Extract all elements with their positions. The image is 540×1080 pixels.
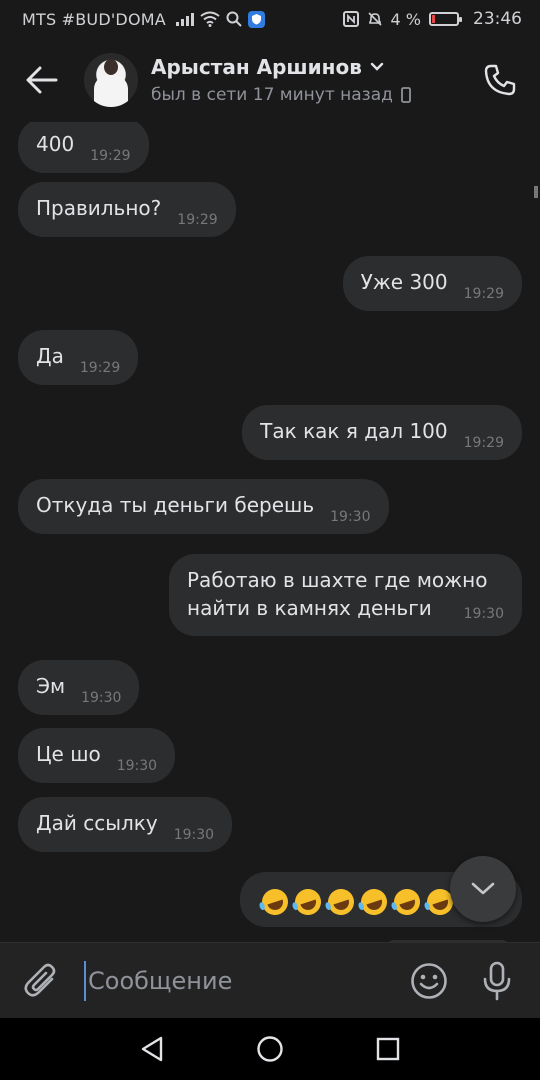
message-text: Дай ссылку bbox=[36, 811, 158, 835]
message-bubble[interactable]: Да 19:29 bbox=[18, 330, 139, 385]
message-bubble[interactable]: Эм 19:30 bbox=[18, 660, 140, 715]
rofl-emoji-icon bbox=[390, 885, 424, 918]
message-time: 19:29 bbox=[79, 360, 121, 376]
message-text: Уже 300 bbox=[360, 270, 448, 294]
system-nav-bar bbox=[0, 1018, 540, 1080]
message-text: Да bbox=[36, 344, 64, 368]
home-circle-icon bbox=[257, 1036, 283, 1062]
emoji-button[interactable] bbox=[394, 943, 464, 1019]
message-text: Так как я дал 100 bbox=[260, 419, 448, 443]
back-button[interactable] bbox=[0, 38, 84, 122]
voice-message-button[interactable] bbox=[464, 943, 530, 1019]
back-triangle-icon bbox=[141, 1036, 163, 1062]
message-composer bbox=[0, 942, 540, 1018]
call-button[interactable] bbox=[478, 58, 522, 102]
nav-back-button[interactable] bbox=[134, 1031, 170, 1067]
presence-status: был в сети 17 минут назад bbox=[151, 85, 393, 105]
nav-home-button[interactable] bbox=[252, 1031, 288, 1067]
signal-icon bbox=[175, 12, 194, 26]
contact-name: Арыстан Аршинов bbox=[151, 55, 362, 79]
chat-header: Арыстан Аршинов был в сети 17 минут наза… bbox=[0, 38, 540, 122]
message-time: 19:30 bbox=[463, 606, 504, 622]
message-time: 19:29 bbox=[90, 148, 131, 164]
message-bubble[interactable]: Откуда ты деньги берешь 19:30 bbox=[18, 479, 389, 534]
rofl-emoji-icon bbox=[357, 885, 391, 918]
nfc-icon bbox=[342, 11, 359, 27]
clock: 23:46 bbox=[473, 9, 522, 29]
message-time: 19:30 bbox=[81, 690, 122, 706]
microphone-icon bbox=[483, 961, 511, 1000]
wifi-icon bbox=[200, 11, 220, 27]
back-arrow-icon bbox=[26, 66, 58, 94]
message-text: Эм bbox=[36, 674, 66, 698]
chevron-down-icon bbox=[370, 62, 384, 71]
chevron-down-icon bbox=[471, 882, 495, 895]
contact-info[interactable]: Арыстан Аршинов был в сети 17 минут наза… bbox=[151, 55, 411, 105]
mobile-device-icon bbox=[401, 87, 411, 103]
message-time: 19:29 bbox=[463, 435, 504, 451]
message-text: Работаю в шахте где можно найти в камнях… bbox=[187, 568, 488, 620]
paperclip-icon bbox=[24, 963, 56, 997]
smiley-icon bbox=[411, 962, 447, 999]
message-bubble[interactable]: Так как я дал 100 19:29 bbox=[242, 405, 522, 460]
message-bubble[interactable]: Работаю в шахте где можно найти в камнях… bbox=[169, 554, 522, 636]
message-bubble[interactable]: Правильно? 19:29 bbox=[18, 182, 236, 237]
battery-icon bbox=[429, 12, 462, 26]
nav-recents-button[interactable] bbox=[370, 1031, 406, 1067]
scrollbar-thumb[interactable] bbox=[534, 186, 538, 198]
message-text: Правильно? bbox=[36, 196, 162, 220]
mute-icon bbox=[367, 12, 382, 26]
message-bubble[interactable]: Уже 300 19:29 bbox=[342, 256, 522, 311]
message-list[interactable]: 400 19:29 Правильно? 19:29 Уже 300 19:29 Да… bbox=[0, 122, 540, 942]
shield-icon bbox=[247, 10, 265, 28]
recents-square-icon bbox=[376, 1037, 400, 1061]
phone-icon bbox=[484, 64, 516, 96]
message-text: Откуда ты деньги берешь bbox=[36, 493, 315, 517]
message-bubble[interactable]: Це шо 19:30 bbox=[18, 728, 176, 783]
message-input[interactable] bbox=[84, 960, 394, 1001]
message-time: 19:30 bbox=[173, 827, 215, 843]
message-time: 19:29 bbox=[463, 286, 504, 302]
search-icon bbox=[226, 11, 242, 27]
status-bar: MTS #BUD'DOMA 4 % 23:46 bbox=[0, 0, 540, 38]
battery-percent: 4 % bbox=[390, 9, 421, 29]
message-time: 19:30 bbox=[116, 758, 158, 774]
message-bubble[interactable]: Дай ссылку 19:30 bbox=[18, 797, 233, 852]
message-text: Це шо bbox=[36, 742, 101, 766]
rofl-emoji-icon bbox=[324, 885, 358, 918]
rofl-emoji-icon bbox=[258, 885, 292, 918]
scroll-to-bottom-button[interactable] bbox=[450, 856, 516, 922]
message-time: 19:29 bbox=[177, 212, 218, 228]
rofl-emoji-icon bbox=[291, 885, 325, 918]
carrier-name: MTS #BUD'DOMA bbox=[22, 9, 166, 29]
avatar[interactable] bbox=[84, 53, 138, 107]
message-text: 400 bbox=[36, 132, 75, 156]
message-bubble[interactable]: 400 19:29 bbox=[18, 122, 149, 173]
attach-button[interactable] bbox=[0, 943, 84, 1019]
message-time: 19:30 bbox=[330, 509, 371, 525]
